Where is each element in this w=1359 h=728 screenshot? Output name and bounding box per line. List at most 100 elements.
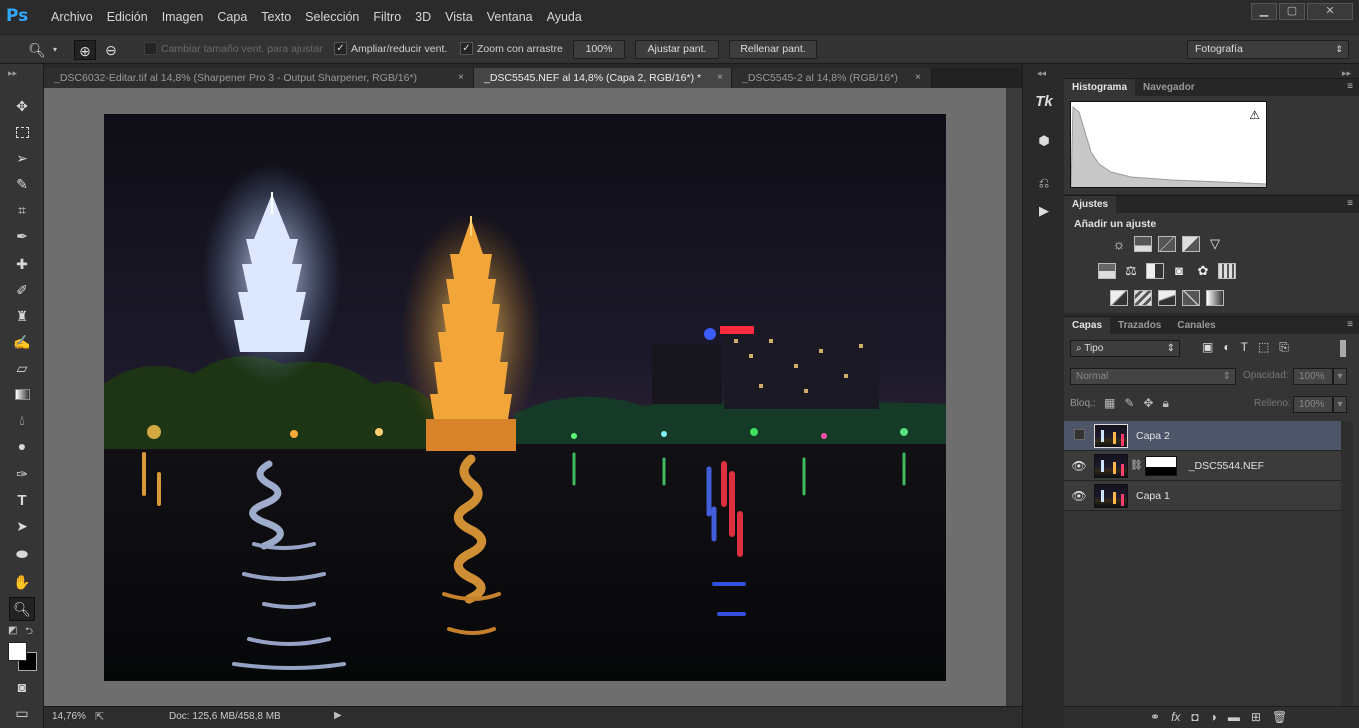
color-balance-icon[interactable]: ⚖: [1122, 263, 1140, 279]
new-adjustment-icon[interactable]: ◑: [1210, 710, 1217, 724]
menu-imagen[interactable]: Imagen: [155, 0, 211, 34]
tab-dsc6032[interactable]: _DSC6032-Editar.tif al 14,8% (Sharpener …: [44, 68, 474, 88]
minimize-button[interactable]: ▁: [1251, 3, 1277, 20]
document-canvas-area[interactable]: [44, 88, 1022, 706]
menu-edicion[interactable]: Edición: [100, 0, 155, 34]
foreground-color-swatch[interactable]: [8, 642, 27, 661]
smart-object-filter-icon[interactable]: ⎘: [1279, 340, 1289, 355]
exposure-icon[interactable]: [1182, 236, 1200, 252]
link-icon[interactable]: ⛓: [1130, 460, 1143, 471]
menu-texto[interactable]: Texto: [254, 0, 298, 34]
panel-menu-icon[interactable]: ≡: [1347, 81, 1353, 92]
tab-capas[interactable]: Capas: [1064, 317, 1111, 334]
scrubby-zoom-checkbox[interactable]: ✓: [460, 42, 473, 55]
tab-close-icon[interactable]: ×: [717, 68, 723, 88]
type-tool-icon[interactable]: T: [9, 488, 35, 512]
panel-menu-icon[interactable]: ≡: [1347, 198, 1353, 209]
levels-icon[interactable]: [1134, 236, 1152, 252]
tab-trazados[interactable]: Trazados: [1110, 317, 1169, 334]
lock-pixels-icon[interactable]: ✎: [1124, 396, 1134, 411]
type-filter-icon[interactable]: T: [1241, 340, 1248, 355]
actions-panel-icon[interactable]: ▶: [1030, 198, 1058, 224]
blend-mode-dropdown[interactable]: Normal ⇕: [1070, 368, 1236, 385]
tab-dsc5545[interactable]: _DSC5545.NEF al 14,8% (Capa 2, RGB/16*) …: [474, 68, 732, 88]
new-group-icon[interactable]: ▬: [1228, 710, 1240, 724]
lasso-tool-icon[interactable]: ➢: [9, 146, 35, 170]
add-mask-icon[interactable]: ◘: [1191, 710, 1198, 724]
menu-capa[interactable]: Capa: [210, 0, 254, 34]
vibrance-icon[interactable]: ▽: [1206, 236, 1224, 252]
menu-filtro[interactable]: Filtro: [366, 0, 408, 34]
3d-panel-icon[interactable]: ⬢: [1030, 128, 1058, 154]
tab-close-icon[interactable]: ×: [915, 68, 921, 88]
opacity-input[interactable]: 100%: [1293, 368, 1333, 385]
path-selection-tool-icon[interactable]: ➤: [9, 514, 35, 538]
fx-icon[interactable]: fx: [1171, 710, 1180, 724]
default-colors-icon[interactable]: ◩: [8, 625, 17, 636]
link-layers-icon[interactable]: ⚭: [1150, 710, 1160, 724]
zoom-tool-icon[interactable]: 🔍︎: [9, 597, 35, 621]
fill-input[interactable]: 100%: [1293, 396, 1333, 413]
fill-dropdown-icon[interactable]: ▾: [1333, 396, 1347, 413]
export-icon[interactable]: ⇱: [95, 710, 104, 723]
quick-selection-tool-icon[interactable]: ✎: [9, 172, 35, 196]
ellipse-tool-icon[interactable]: ⬬: [9, 542, 35, 566]
move-tool-icon[interactable]: ✥: [9, 94, 35, 118]
brightness-contrast-icon[interactable]: ☼: [1110, 236, 1128, 252]
menu-3d[interactable]: 3D: [408, 0, 438, 34]
lock-position-icon[interactable]: ✥: [1143, 396, 1153, 411]
new-layer-icon[interactable]: ⊞: [1251, 710, 1261, 724]
invert-icon[interactable]: [1110, 290, 1128, 306]
eye-icon[interactable]: 👁︎: [1064, 459, 1094, 473]
visibility-toggle[interactable]: [1064, 428, 1094, 443]
clone-stamp-tool-icon[interactable]: ♜: [9, 304, 35, 328]
menu-seleccion[interactable]: Selección: [298, 0, 366, 34]
warning-icon[interactable]: ⚠: [1249, 108, 1260, 122]
collapse-toolbar-icon[interactable]: ▸▸: [8, 68, 17, 79]
fill-screen-button[interactable]: Rellenar pant.: [729, 40, 817, 59]
posterize-icon[interactable]: [1134, 290, 1152, 306]
brush-tool-icon[interactable]: ✐: [9, 278, 35, 302]
trash-icon[interactable]: 🗑︎: [1272, 710, 1287, 724]
photo-filter-icon[interactable]: ◙: [1170, 263, 1188, 279]
hand-tool-icon[interactable]: ✋: [9, 570, 35, 594]
selective-color-icon[interactable]: [1182, 290, 1200, 306]
fit-screen-button[interactable]: Ajustar pant.: [635, 40, 719, 59]
channel-mixer-icon[interactable]: ✿: [1194, 263, 1212, 279]
close-button[interactable]: ✕: [1307, 3, 1353, 20]
threshold-icon[interactable]: [1158, 290, 1176, 306]
gradient-tool-icon[interactable]: [9, 382, 35, 406]
workspace-dropdown[interactable]: Fotografía ⇕: [1187, 40, 1349, 59]
document-image[interactable]: [104, 114, 946, 681]
tool-preset-zoom-icon[interactable]: 🔍︎: [26, 40, 48, 60]
vertical-scrollbar[interactable]: [1006, 88, 1022, 706]
screen-mode-icon[interactable]: ▭: [9, 701, 35, 725]
adjustment-filter-icon[interactable]: ◐: [1223, 340, 1230, 355]
panel-menu-icon[interactable]: ≡: [1347, 319, 1353, 330]
tk-panel-icon[interactable]: Tk: [1030, 88, 1058, 114]
zoom-level[interactable]: 14,76%: [52, 711, 86, 722]
layer-capa-2[interactable]: Capa 2: [1064, 421, 1341, 451]
gradient-map-icon[interactable]: [1206, 290, 1224, 306]
lock-all-icon[interactable]: 🔒︎: [1162, 396, 1168, 411]
black-white-icon[interactable]: [1146, 263, 1164, 279]
layer-capa-1[interactable]: 👁︎ Capa 1: [1064, 481, 1341, 511]
tab-navegador[interactable]: Navegador: [1135, 79, 1203, 96]
tab-close-icon[interactable]: ×: [458, 68, 464, 88]
healing-brush-tool-icon[interactable]: ✚: [9, 252, 35, 276]
history-brush-tool-icon[interactable]: ✍: [9, 330, 35, 354]
crop-tool-icon[interactable]: ⌗: [9, 198, 35, 222]
maximize-button[interactable]: ▢: [1279, 3, 1305, 20]
layer-mask-thumbnail[interactable]: [1144, 455, 1177, 476]
eyedropper-tool-icon[interactable]: ✒: [9, 224, 35, 248]
color-lookup-icon[interactable]: [1218, 263, 1236, 279]
layer-dsc5544[interactable]: 👁︎ ⛓ _DSC5544.NEF: [1064, 451, 1341, 481]
blur-tool-icon[interactable]: 💧︎: [9, 408, 35, 432]
shape-filter-icon[interactable]: ⬚: [1258, 340, 1269, 355]
layer-filter-dropdown[interactable]: ⌕ Tipo ⇕: [1070, 340, 1180, 357]
tab-canales[interactable]: Canales: [1169, 317, 1223, 334]
expand-dock-icon[interactable]: ◂◂: [1037, 68, 1046, 79]
layers-scrollbar[interactable]: [1341, 421, 1353, 706]
zoom-in-icon[interactable]: ⊕: [74, 40, 96, 60]
tab-dsc5545-2[interactable]: _DSC5545-2 al 14,8% (RGB/16*) ×: [732, 68, 932, 88]
